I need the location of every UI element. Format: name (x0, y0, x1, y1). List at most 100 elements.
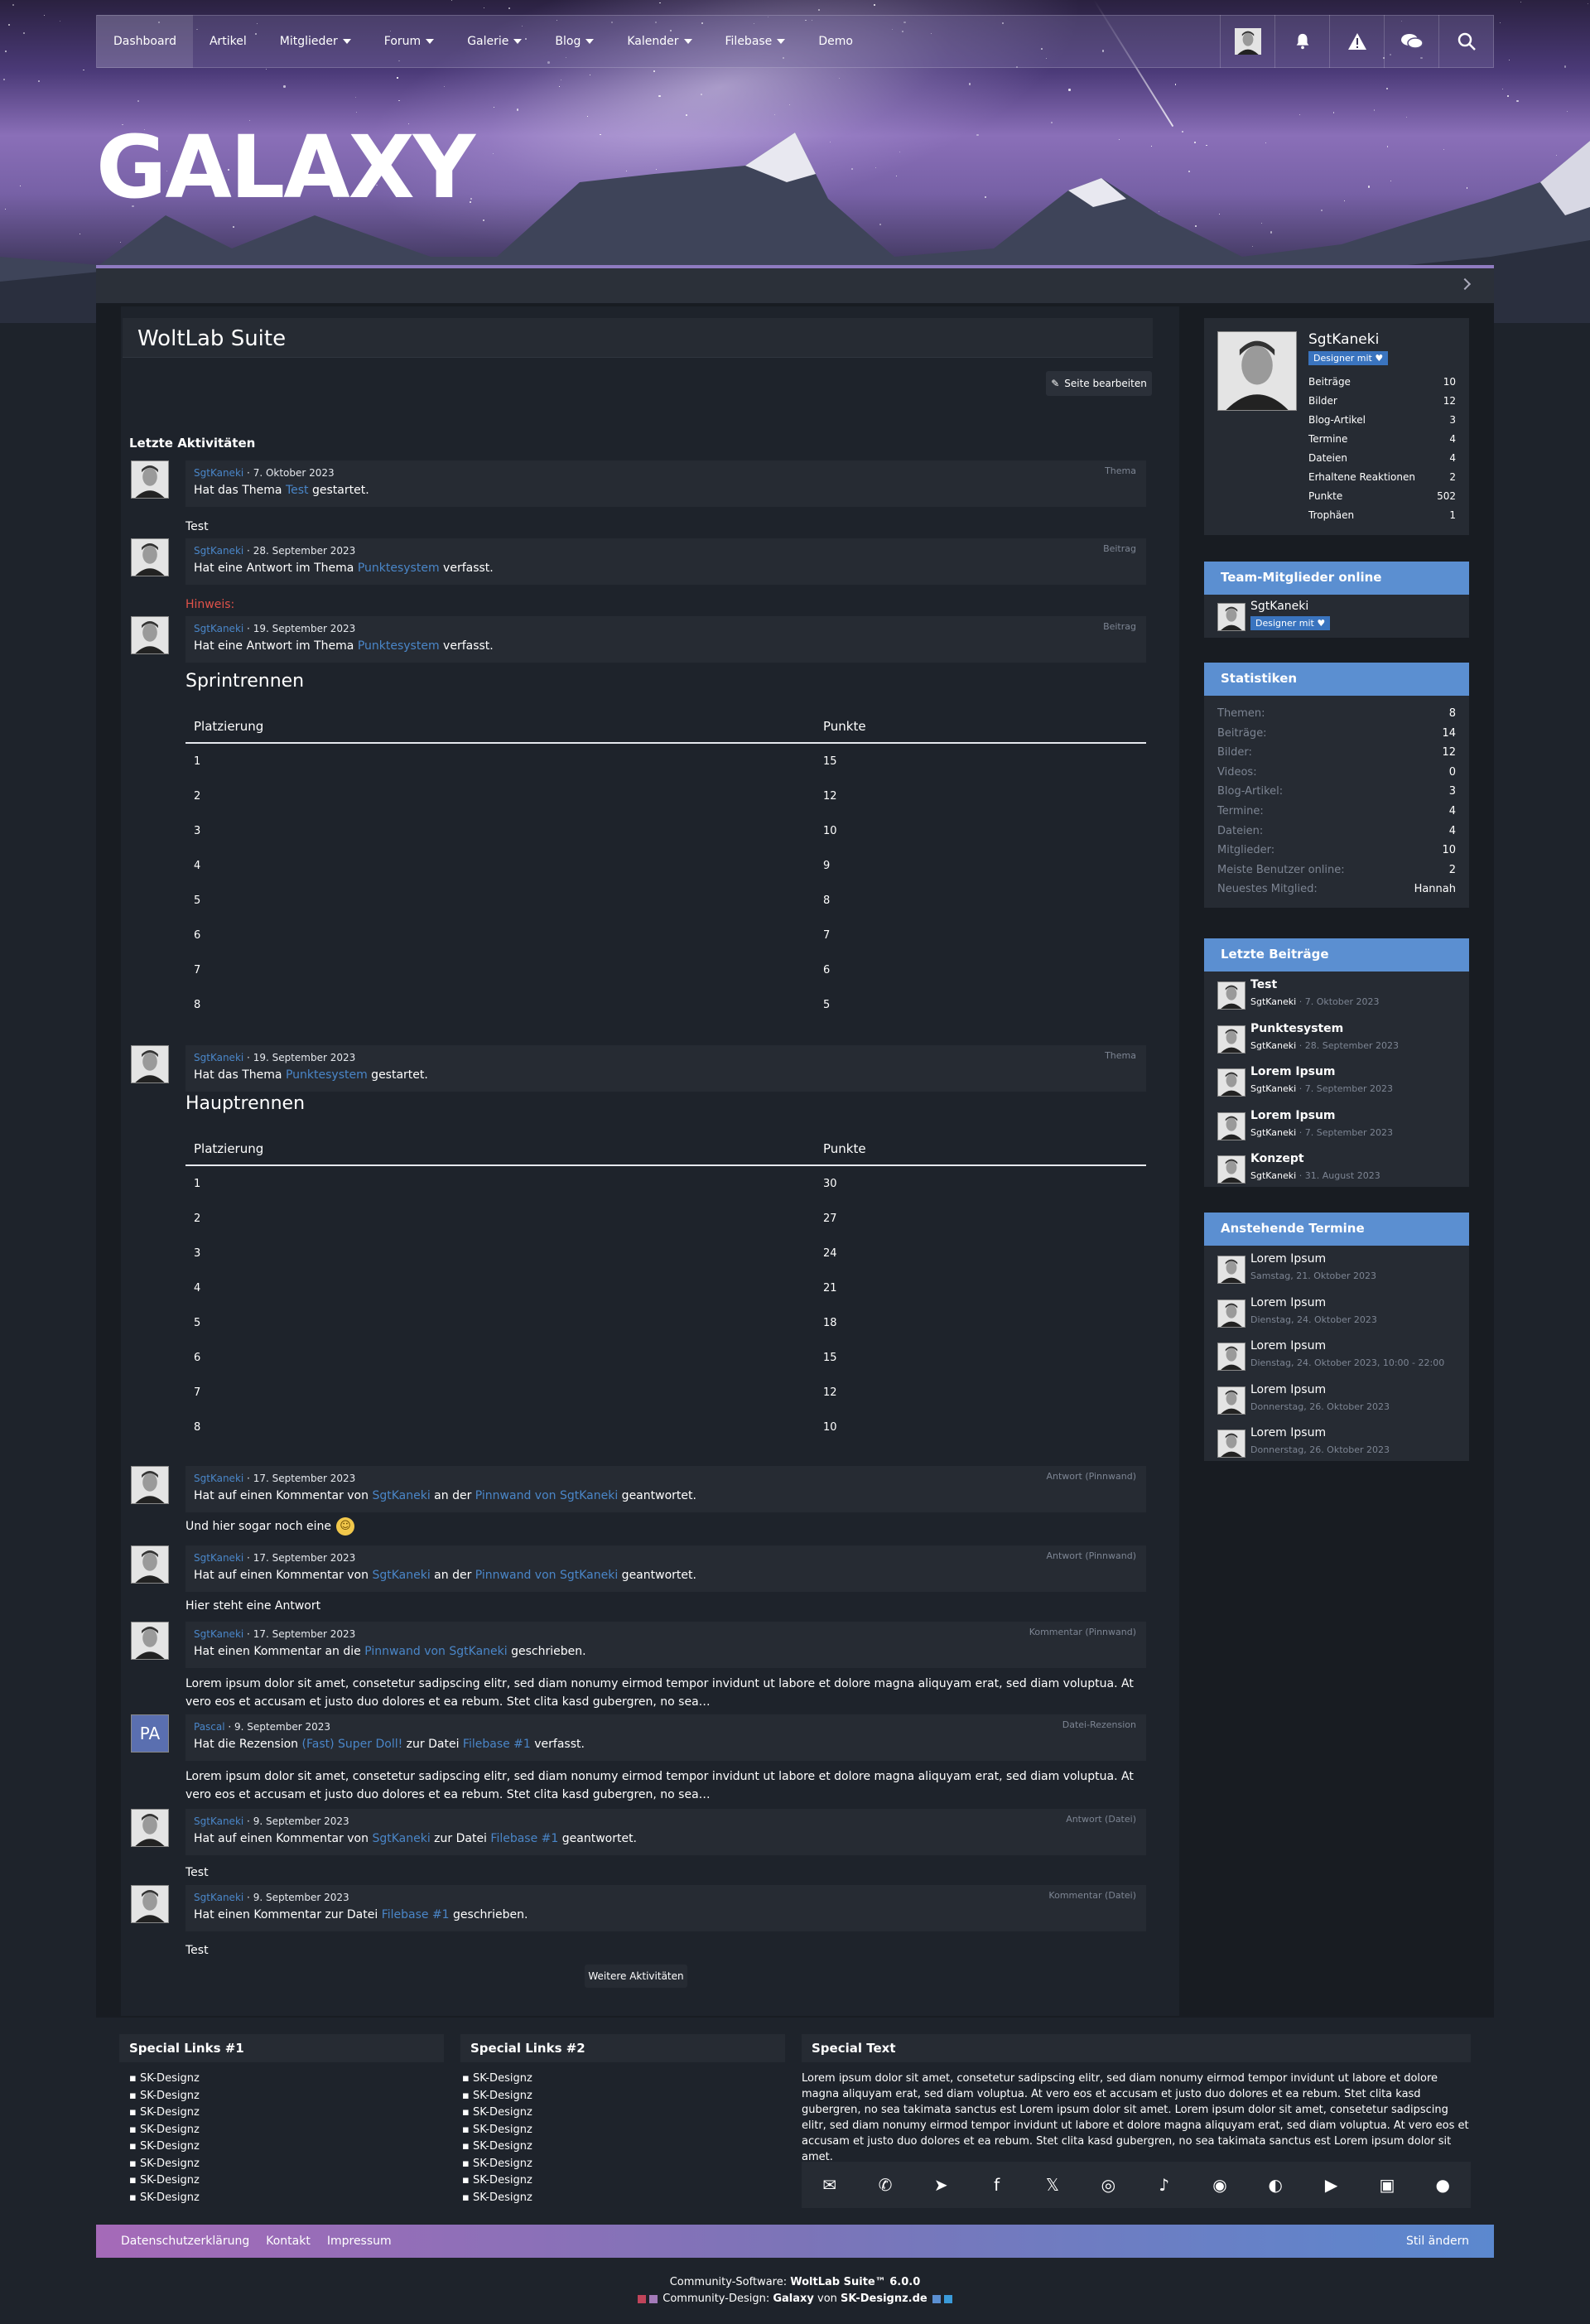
contact-link[interactable]: Kontakt (266, 2235, 311, 2248)
activity-user-link[interactable]: SgtKaneki (194, 623, 243, 634)
post-user[interactable]: SgtKaneki (1250, 1083, 1296, 1094)
whatsapp-icon[interactable]: ✆ (874, 2173, 897, 2196)
activity-link[interactable]: Filebase #1 (382, 1908, 450, 1921)
designer-link[interactable]: SK-Designz.de (841, 2293, 928, 2305)
avatar[interactable]: PA (131, 1714, 169, 1753)
activity-user-link[interactable]: SgtKaneki (194, 467, 243, 479)
activity-link[interactable]: Punktesystem (358, 639, 440, 653)
footer-link[interactable]: ▪ SK-Designz (129, 2124, 200, 2136)
edit-page-button[interactable]: ✎ Seite bearbeiten (1046, 371, 1152, 396)
avatar[interactable] (131, 1809, 169, 1847)
avatar[interactable] (131, 1885, 169, 1923)
activity-link[interactable]: Punktesystem (286, 1068, 368, 1082)
twitch-icon[interactable]: ▣ (1376, 2173, 1399, 2196)
nav-artikel[interactable]: Artikel (193, 15, 263, 68)
user-avatar[interactable] (1220, 15, 1274, 68)
footer-link[interactable]: ▪ SK-Designz (129, 2191, 200, 2204)
nav-mitglieder[interactable]: Mitglieder (263, 15, 368, 68)
warning-icon[interactable] (1329, 15, 1384, 68)
activity-user-link[interactable]: SgtKaneki (194, 1473, 243, 1484)
nav-galerie[interactable]: Galerie (450, 15, 538, 68)
event-title[interactable]: Lorem Ipsum (1250, 1383, 1326, 1396)
footer-link[interactable]: ▪ SK-Designz (129, 2106, 200, 2119)
footer-link[interactable]: ▪ SK-Designz (462, 2140, 532, 2153)
footer-link[interactable]: ▪ SK-Designz (462, 2174, 532, 2187)
event-title[interactable]: Lorem Ipsum (1250, 1252, 1326, 1266)
search-icon[interactable] (1438, 15, 1493, 68)
activity-user-link[interactable]: Pascal (194, 1721, 225, 1733)
activity-user-link[interactable]: SgtKaneki (194, 1815, 243, 1827)
tiktok-icon[interactable]: ♪ (1153, 2173, 1176, 2196)
activity-user-link[interactable]: SgtKaneki (194, 1552, 243, 1564)
footer-link[interactable]: ▪ SK-Designz (462, 2106, 532, 2119)
avatar[interactable] (1217, 1386, 1246, 1415)
activity-user-link[interactable]: SgtKaneki (194, 1628, 243, 1640)
activity-link[interactable]: (Fast) Super Doll! (302, 1738, 403, 1751)
event-title[interactable]: Lorem Ipsum (1250, 1426, 1326, 1439)
post-title[interactable]: Konzept (1250, 1152, 1304, 1165)
mail-icon[interactable]: ✉ (818, 2173, 841, 2196)
post-user[interactable]: SgtKaneki (1250, 996, 1296, 1007)
avatar[interactable] (131, 1622, 169, 1660)
footer-link[interactable]: ▪ SK-Designz (129, 2174, 200, 2187)
avatar[interactable] (131, 1545, 169, 1584)
nav-blog[interactable]: Blog (538, 15, 610, 68)
activity-link[interactable]: SgtKaneki (372, 1569, 430, 1582)
team-member-name[interactable]: SgtKaneki (1250, 600, 1308, 613)
nav-filebase[interactable]: Filebase (709, 15, 802, 68)
youtube-icon[interactable]: ▶ (1320, 2173, 1343, 2196)
x-icon[interactable]: 𝕏 (1041, 2173, 1064, 2196)
avatar[interactable] (131, 1466, 169, 1504)
avatar[interactable] (1217, 603, 1246, 631)
avatar[interactable] (131, 460, 169, 499)
activity-link[interactable]: SgtKaneki (372, 1489, 430, 1502)
activity-link[interactable]: Filebase #1 (490, 1832, 558, 1845)
post-title[interactable]: Lorem Ipsum (1250, 1065, 1336, 1078)
avatar[interactable] (1217, 1155, 1246, 1184)
activity-link[interactable]: SgtKaneki (372, 1832, 430, 1845)
profile-avatar[interactable] (1217, 331, 1297, 411)
activity-user-link[interactable]: SgtKaneki (194, 1892, 243, 1903)
privacy-link[interactable]: Datenschutzerklärung (121, 2235, 249, 2248)
activity-link[interactable]: Pinnwand von SgtKaneki (475, 1569, 618, 1582)
footer-link[interactable]: ▪ SK-Designz (129, 2158, 200, 2170)
event-title[interactable]: Lorem Ipsum (1250, 1296, 1326, 1309)
instagram-icon[interactable]: ◎ (1096, 2173, 1120, 2196)
chevron-right-icon[interactable] (1458, 277, 1472, 291)
footer-link[interactable]: ▪ SK-Designz (129, 2090, 200, 2102)
facebook-icon[interactable]: f (985, 2173, 1009, 2196)
footer-link[interactable]: ▪ SK-Designz (462, 2090, 532, 2102)
activity-link[interactable]: Punktesystem (358, 562, 440, 575)
software-link[interactable]: WoltLab Suite™ 6.0.0 (790, 2276, 920, 2288)
avatar[interactable] (131, 1045, 169, 1083)
avatar[interactable] (1217, 1025, 1246, 1054)
nav-demo[interactable]: Demo (802, 15, 870, 68)
site-logo[interactable]: GALAXY (96, 124, 475, 210)
activity-link[interactable]: Pinnwand von SgtKaneki (364, 1645, 507, 1658)
footer-link[interactable]: ▪ SK-Designz (129, 2140, 200, 2153)
post-user[interactable]: SgtKaneki (1250, 1040, 1296, 1051)
activity-link[interactable]: Filebase #1 (463, 1738, 531, 1751)
bell-icon[interactable] (1274, 15, 1329, 68)
avatar[interactable] (1217, 1343, 1246, 1371)
footer-link[interactable]: ▪ SK-Designz (129, 2072, 200, 2085)
post-user[interactable]: SgtKaneki (1250, 1170, 1296, 1181)
footer-link[interactable]: ▪ SK-Designz (462, 2158, 532, 2170)
avatar[interactable] (1217, 1068, 1246, 1097)
activity-user-link[interactable]: SgtKaneki (194, 545, 243, 557)
avatar[interactable] (1234, 28, 1261, 55)
avatar[interactable] (1217, 1256, 1246, 1284)
change-style-link[interactable]: Stil ändern (1406, 2235, 1469, 2248)
activity-link[interactable]: Test (286, 484, 309, 497)
imprint-link[interactable]: Impressum (327, 2235, 392, 2248)
avatar[interactable] (1217, 1430, 1246, 1458)
avatar[interactable] (1217, 1299, 1246, 1328)
post-title[interactable]: Test (1250, 978, 1277, 991)
footer-link[interactable]: ▪ SK-Designz (462, 2072, 532, 2085)
avatar[interactable] (1217, 981, 1246, 1010)
avatar[interactable] (131, 538, 169, 576)
avatar[interactable] (131, 616, 169, 654)
more-activities-button[interactable]: Weitere Aktivitäten (585, 1965, 687, 1988)
post-user[interactable]: SgtKaneki (1250, 1127, 1296, 1138)
profile-username[interactable]: SgtKaneki (1308, 331, 1379, 348)
